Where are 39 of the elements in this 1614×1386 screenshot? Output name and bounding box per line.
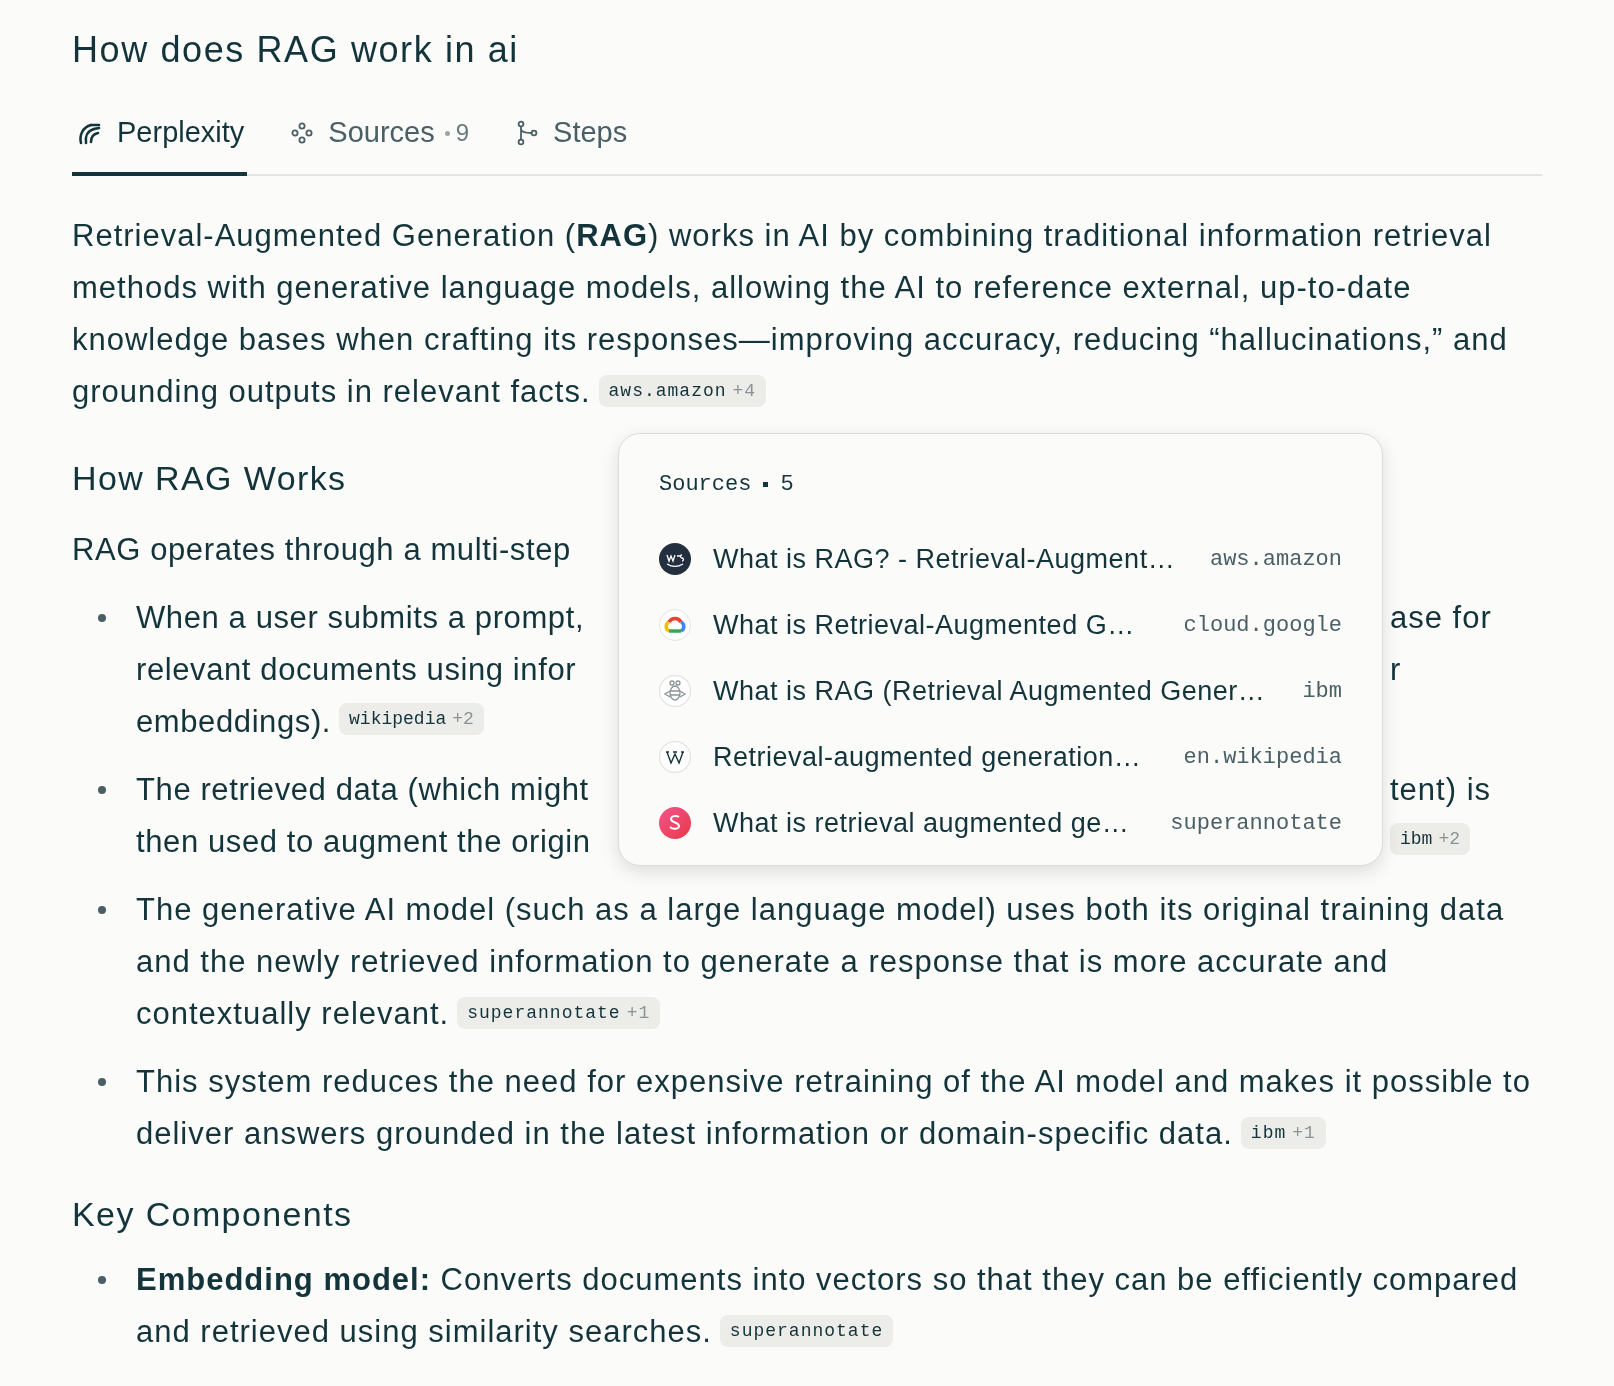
wikipedia-icon [659,741,691,773]
line-text: then used to augment the origin [136,823,591,861]
cloud-icon [659,609,691,641]
tab[interactable]: Steps [512,100,631,176]
line-text: r [1390,651,1402,689]
line-text: When a user submits a prompt, [136,599,585,637]
line-text: The retrieved data (which might [136,771,589,809]
source-link[interactable]: What is RAG (Retrieval Augmented Gener… ibm [659,658,1342,724]
line-text: tent) is [1390,771,1492,809]
bullet-text: This system reduces the need for expensive retraining of the AI model and makes it possible to deliver answers grounded in the latest information or domain-specific data. ibm +1 [136,1063,1532,1153]
line-text: embeddings). [136,703,332,741]
citation-chip[interactable]: aws.amazon +4 [598,374,767,407]
line-text: RAG operates through a multi-step [72,531,571,569]
citation-chip[interactable]: superannotate +1 [457,996,661,1029]
source-link[interactable]: What is Retrieval-Augmented G… cloud.google [659,592,1342,658]
section-heading: Key Components [72,1194,353,1235]
citation-chip[interactable]: superannotate [719,1314,894,1347]
intro-paragraph: Retrieval-Augmented Generation (RAG) works in AI by combining traditional information retrieval methods with generative language models, allowing the AI to reference external, up-to-date knowledge bases when crafting its responses—improving accuracy, reducing “hallucinations,” and grounding outputs in relevant facts. aws.amazon +4 [72,217,1509,411]
page-title: How does RAG work in ai [72,28,520,72]
tab[interactable]: Sources 9 [287,100,473,176]
bullet-text: The generative AI model (such as a large language model) uses both its original training data and the newly retrieved information to generate a response that is more accurate and contextually relevant. superannotate +1 [136,891,1506,1033]
citation-chip[interactable]: ibm +1 [1240,1116,1326,1149]
citation-chip[interactable]: ibm +2 [1390,823,1470,855]
bullet-text: Embedding model: Converts documents into vectors so that they can be efficiently compared and retrieved using similarity searches. superannotate [136,1261,1520,1351]
sources-icon [290,121,315,145]
source-count: 5 [780,470,794,499]
source-link[interactable]: Retrieval-augmented generation… en.wikipedia [659,724,1342,790]
popover-title: Sources [659,470,752,499]
section-heading: How RAG Works [72,458,347,499]
branch-icon [515,120,540,146]
aws-logo-icon [659,543,691,575]
s-logo-icon [659,807,691,839]
bee-icon [659,675,691,707]
line-text: relevant documents using infor [136,651,577,689]
source-link[interactable]: What is RAG? - Retrieval-Augment… aws.amazon [659,526,1342,592]
source-link[interactable]: What is retrieval augmented ge… superannotate [659,790,1342,856]
citation-chip[interactable]: wikipedia +2 [339,703,484,735]
line-text: ase for [1390,599,1492,637]
tab[interactable]: Perplexity [72,100,248,176]
